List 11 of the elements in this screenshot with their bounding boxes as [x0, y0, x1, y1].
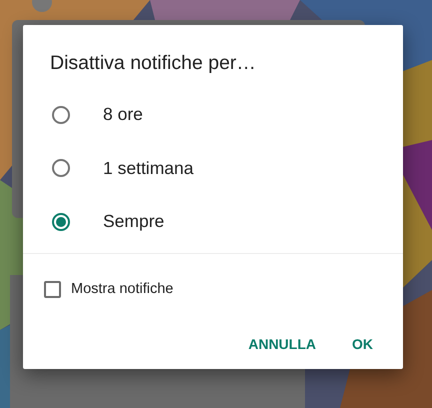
radio-button[interactable] — [52, 106, 70, 124]
option-label: 8 ore — [103, 104, 143, 126]
ok-button[interactable]: OK — [344, 332, 381, 356]
checkbox-label: Mostra notifiche — [71, 281, 174, 297]
option-label: 1 settimana — [103, 158, 194, 179]
cancel-button[interactable]: ANNULLA — [240, 332, 324, 356]
option-label: Sempre — [103, 211, 164, 232]
dialog-title: Disattiva notifiche per… — [49, 51, 257, 76]
checkbox[interactable] — [44, 280, 61, 298]
radio-button[interactable] — [52, 212, 70, 231]
radio-button[interactable] — [52, 159, 70, 178]
